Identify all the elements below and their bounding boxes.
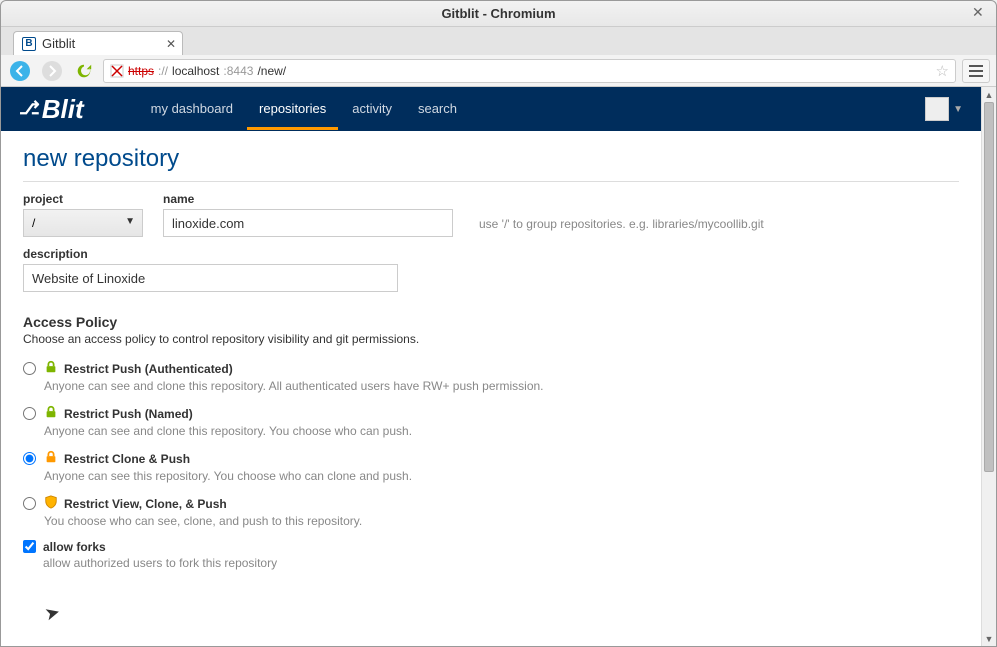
access-policy-option[interactable]: Restrict Push (Authenticated) Anyone can … [23, 360, 959, 393]
tab-favicon-icon: B [22, 37, 36, 51]
access-policy-radio[interactable] [23, 362, 36, 375]
window-title: Gitblit - Chromium [441, 6, 555, 21]
access-policy-radio[interactable] [23, 497, 36, 510]
tab-close-icon[interactable]: ✕ [166, 37, 176, 51]
scroll-thumb[interactable] [984, 102, 994, 472]
policy-desc: Anyone can see and clone this repository… [44, 424, 412, 438]
user-menu-caret-icon[interactable]: ▼ [953, 104, 963, 115]
divider [23, 181, 959, 182]
nav-link-my-dashboard[interactable]: my dashboard [139, 88, 245, 130]
policy-label: Restrict View, Clone, & Push [64, 497, 227, 511]
url-protocol: https [128, 64, 154, 78]
scroll-down-icon[interactable]: ▼ [982, 631, 996, 646]
browser-toolbar: https :// localhost :8443 /new/ ☆ [1, 55, 996, 87]
name-label: name [163, 192, 453, 206]
project-label: project [23, 192, 143, 206]
nav-link-activity[interactable]: activity [340, 88, 404, 130]
policy-label: Restrict Push (Authenticated) [64, 362, 233, 376]
lock-green-icon [44, 405, 58, 422]
url-path: /new/ [257, 64, 286, 78]
user-avatar[interactable] [925, 97, 949, 121]
close-icon[interactable]: ✕ [972, 5, 988, 21]
access-policy-option[interactable]: Restrict View, Clone, & Push You choose w… [23, 495, 959, 528]
policy-desc: Anyone can see this repository. You choo… [44, 469, 412, 483]
scroll-up-icon[interactable]: ▲ [982, 87, 996, 102]
browser-tabstrip: B Gitblit ✕ [1, 27, 996, 55]
description-label: description [23, 247, 959, 261]
name-input[interactable] [163, 209, 453, 237]
nav-link-search[interactable]: search [406, 88, 469, 130]
browser-tab[interactable]: B Gitblit ✕ [13, 31, 183, 55]
page-content: ⎇ Blit my dashboardrepositoriesactivitys… [1, 87, 981, 646]
access-policy-title: Access Policy [23, 314, 959, 330]
allow-forks-label: allow forks [43, 540, 277, 554]
access-policy-desc: Choose an access policy to control repos… [23, 332, 959, 346]
page-title: new repository [23, 145, 959, 173]
app-navbar: ⎇ Blit my dashboardrepositoriesactivitys… [1, 87, 981, 131]
vertical-scrollbar[interactable]: ▲ ▼ [981, 87, 996, 646]
allow-forks-checkbox[interactable] [23, 540, 36, 553]
app-logo[interactable]: ⎇ Blit [19, 94, 84, 125]
policy-label: Restrict Push (Named) [64, 407, 193, 421]
shield-orange-icon [44, 495, 58, 512]
nav-link-repositories[interactable]: repositories [247, 88, 338, 130]
access-policy-radio[interactable] [23, 452, 36, 465]
access-policy-radio[interactable] [23, 407, 36, 420]
nav-reload-button[interactable] [71, 58, 97, 84]
lock-green-icon [44, 360, 58, 377]
access-policy-option[interactable]: Restrict Clone & Push Anyone can see this… [23, 450, 959, 483]
logo-icon: ⎇ [19, 98, 40, 119]
browser-menu-button[interactable] [962, 59, 990, 83]
policy-desc: Anyone can see and clone this repository… [44, 379, 544, 393]
allow-forks-desc: allow authorized users to fork this repo… [43, 556, 277, 570]
access-policy-option[interactable]: Restrict Push (Named) Anyone can see and … [23, 405, 959, 438]
nav-back-button[interactable] [7, 58, 33, 84]
policy-label: Restrict Clone & Push [64, 452, 190, 466]
project-select[interactable]: / [23, 209, 143, 237]
lock-orange-icon [44, 450, 58, 467]
description-input[interactable] [23, 264, 398, 292]
nav-forward-button[interactable] [39, 58, 65, 84]
tab-title: Gitblit [42, 36, 75, 51]
insecure-icon [110, 64, 124, 78]
url-host: localhost [172, 64, 219, 78]
url-port: :8443 [223, 64, 253, 78]
policy-desc: You choose who can see, clone, and push … [44, 514, 362, 528]
window-titlebar: Gitblit - Chromium ✕ [1, 1, 996, 27]
name-hint: use '/' to group repositories. e.g. libr… [479, 217, 764, 231]
address-bar[interactable]: https :// localhost :8443 /new/ ☆ [103, 59, 956, 83]
bookmark-star-icon[interactable]: ☆ [936, 62, 949, 80]
